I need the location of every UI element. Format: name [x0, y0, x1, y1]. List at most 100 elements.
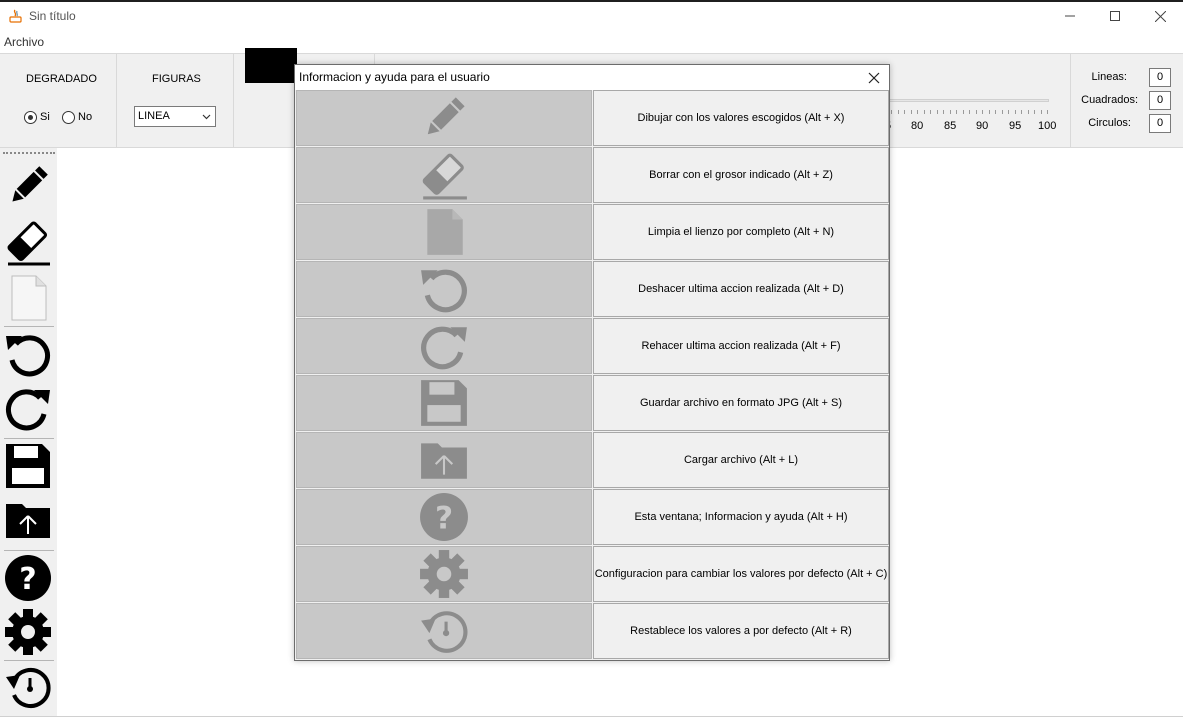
reset-tool-button[interactable] [2, 661, 54, 713]
slider-tick [1014, 110, 1016, 114]
title-bar: Sin título [0, 0, 1183, 32]
slider-tick-label: 95 [1009, 120, 1022, 132]
save-tool-button[interactable] [2, 440, 54, 492]
help-row-icon-button[interactable] [296, 375, 592, 431]
gradient-label: DEGRADADO [26, 73, 97, 85]
thickness-slider-track[interactable] [889, 99, 1049, 102]
gradient-yes-radio[interactable] [24, 111, 37, 124]
help-row-icon-button[interactable]: ? [296, 489, 592, 545]
help-icon: ? [5, 555, 51, 601]
figures-label: FIGURAS [152, 73, 201, 85]
reset-icon [6, 668, 51, 708]
help-row: Configuracion para cambiar los valores p… [296, 546, 889, 603]
slider-tick [904, 110, 905, 114]
gradient-section: DEGRADADO Si No [0, 54, 117, 148]
help-row-text: Limpia el lienzo por completo (Alt + N) [593, 204, 889, 260]
help-row: ? Esta ventana; Informacion y ayuda (Alt… [296, 489, 889, 546]
pencil-tool-button[interactable] [2, 160, 54, 212]
toolbar-grip[interactable] [3, 152, 55, 155]
gear-icon [420, 550, 468, 598]
help-row-text: Esta ventana; Informacion y ayuda (Alt +… [593, 489, 889, 545]
figures-select[interactable]: LINEA [134, 106, 216, 127]
help-row-text: Guardar archivo en formato JPG (Alt + S) [593, 375, 889, 431]
help-row-icon-button[interactable] [296, 261, 592, 317]
help-row: Rehacer ultima accion realizada (Alt + F… [296, 318, 889, 375]
help-tool-button[interactable]: ? [2, 552, 54, 604]
gradient-yes-label: Si [40, 111, 50, 123]
help-row-icon-button[interactable] [296, 147, 592, 203]
slider-tick-label: 90 [976, 120, 989, 132]
java-app-icon [9, 9, 22, 23]
undo-tool-button[interactable] [2, 328, 54, 380]
squares-counter-value: 0 [1149, 91, 1171, 110]
maximize-button[interactable] [1092, 0, 1138, 32]
help-row: Limpia el lienzo por completo (Alt + N) [296, 204, 889, 261]
figures-selected-value: LINEA [138, 110, 170, 122]
load-tool-button[interactable] [2, 494, 54, 546]
slider-tick [1001, 110, 1003, 114]
help-row-icon-button[interactable] [296, 432, 592, 488]
help-row-text: Borrar con el grosor indicado (Alt + Z) [593, 147, 889, 203]
help-row-text: Deshacer ultima accion realizada (Alt + … [593, 261, 889, 317]
help-row-icon-button[interactable] [296, 204, 592, 260]
slider-tick [936, 110, 938, 114]
help-row: Restablece los valores a por defecto (Al… [296, 603, 889, 660]
help-row-icon-button[interactable] [296, 90, 592, 146]
slider-tick-label: 100 [1038, 120, 1057, 132]
help-row: Dibujar con los valores escogidos (Alt +… [296, 90, 889, 147]
save-icon [421, 380, 467, 426]
minimize-button[interactable] [1047, 0, 1093, 32]
eraser-icon [7, 221, 50, 266]
color-swatch-display[interactable] [245, 48, 297, 83]
new-file-icon [11, 275, 47, 321]
help-row-icon-button[interactable] [296, 318, 592, 374]
slider-tick [930, 110, 931, 114]
slider-tick [917, 110, 918, 114]
folder-upload-icon [6, 504, 50, 538]
redo-tool-button[interactable] [2, 382, 54, 434]
slider-tick [1008, 110, 1009, 114]
help-row: Guardar archivo en formato JPG (Alt + S) [296, 375, 889, 432]
help-row-text: Configuracion para cambiar los valores p… [593, 546, 889, 602]
help-dialog: Informacion y ayuda para el usuario Dibu… [294, 64, 890, 661]
svg-text:?: ? [19, 562, 36, 597]
menu-archivo[interactable]: Archivo [4, 35, 44, 49]
settings-tool-button[interactable] [2, 606, 54, 658]
tools-sidebar: ? [0, 148, 57, 719]
tool-separator [4, 438, 54, 439]
tool-separator [4, 326, 54, 327]
gradient-no-radio[interactable] [62, 111, 75, 124]
close-icon[interactable] [867, 71, 881, 85]
slider-tick-label: 85 [944, 120, 957, 132]
slider-tick [962, 110, 964, 114]
slider-tick [969, 110, 970, 114]
undo-icon [6, 335, 50, 377]
pencil-icon [427, 97, 465, 135]
redo-icon [6, 389, 50, 431]
gear-icon [5, 609, 51, 655]
new-file-icon [427, 209, 463, 255]
help-icon: ? [420, 493, 468, 541]
close-window-button[interactable] [1137, 0, 1183, 32]
slider-tick [910, 110, 912, 114]
window-title: Sin título [29, 9, 76, 23]
new-canvas-tool-button[interactable] [2, 272, 54, 324]
slider-tick [949, 110, 951, 114]
dialog-title: Informacion y ayuda para el usuario [299, 70, 490, 84]
circles-counter-value: 0 [1149, 114, 1171, 133]
chevron-down-icon [202, 114, 211, 120]
slider-tick [1027, 110, 1029, 114]
slider-tick [891, 110, 892, 114]
help-row-text: Rehacer ultima accion realizada (Alt + F… [593, 318, 889, 374]
help-row-icon-button[interactable] [296, 546, 592, 602]
slider-tick [923, 110, 925, 114]
lines-counter-label: Lineas: [1091, 71, 1127, 83]
eraser-tool-button[interactable] [2, 216, 54, 268]
slider-tick [1040, 110, 1042, 114]
help-row-text: Cargar archivo (Alt + L) [593, 432, 889, 488]
help-row-icon-button[interactable] [296, 603, 592, 659]
help-row: Deshacer ultima accion realizada (Alt + … [296, 261, 889, 318]
figures-section: FIGURAS [117, 54, 234, 148]
folder-upload-icon [421, 443, 467, 479]
slider-tick [956, 110, 957, 114]
